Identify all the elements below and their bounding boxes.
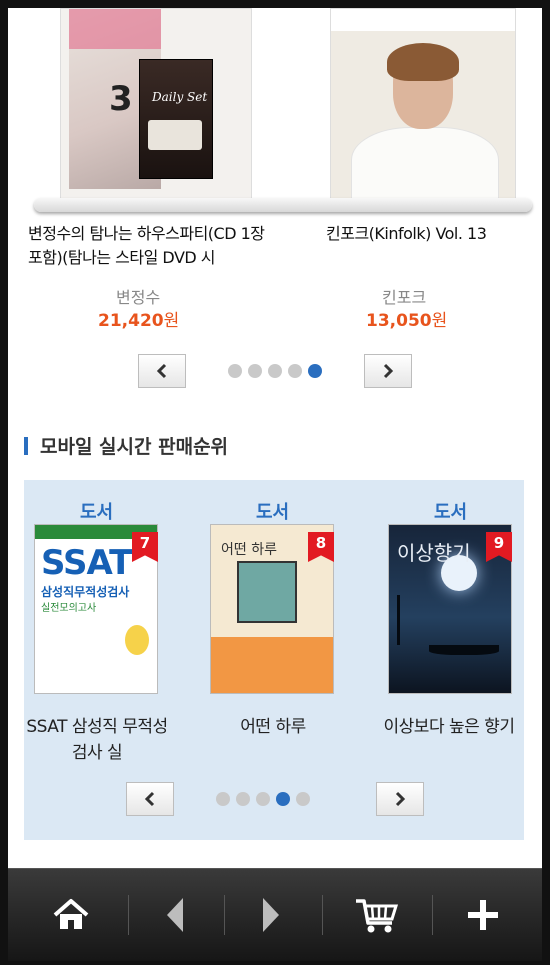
cover-band [69,9,161,49]
page-dot[interactable] [256,792,270,806]
back-icon [167,898,183,932]
page-dot[interactable] [296,792,310,806]
forward-icon [263,898,279,932]
page-dot[interactable] [216,792,230,806]
chevron-right-icon [395,791,406,807]
chevron-right-icon [383,363,394,379]
product-author-1[interactable]: 변정수 [116,284,160,308]
ranking-prev-button[interactable] [126,782,174,816]
cover-illustration [237,561,297,623]
page-dot[interactable] [228,364,242,378]
dvd-title: Daily Set [152,90,208,104]
page-dot[interactable] [236,792,250,806]
top-product-shelf: 3 Daily Set [22,8,532,218]
model-shirt [351,127,499,199]
category-label-3: 도서 [434,502,468,523]
dvd-plates-image [148,120,202,150]
nav-separator [224,895,225,935]
app-screen: 3 Daily Set 변정수의 탐나는 하우스파티(CD 1장포함)(탐나는 … [8,8,542,868]
product-title-2[interactable]: 킨포크(Kinfolk) Vol. 13 [326,222,526,246]
home-icon [53,899,89,929]
cover-title: 어떤 하루 [221,542,277,558]
cover-subtitle-2: 실전모의고사 [41,603,97,614]
price-value: 21,420 [98,311,164,331]
ranked-book-title-3[interactable]: 이상보다 높은 향기 [374,714,524,740]
cart-icon [356,899,399,933]
add-button[interactable] [438,869,528,961]
product-cover-1[interactable]: 3 Daily Set [60,8,252,200]
palm-illustration [397,595,436,645]
cover-sticker [125,625,149,655]
ranked-book-title-2[interactable]: 어떤 하루 [198,714,348,740]
top-carousel-dots [228,364,322,378]
title-accent-bar [24,436,28,455]
product-title-1[interactable]: 변정수의 탐나는 하우스파티(CD 1장포함)(탐나는 스타일 DVD 시 [28,222,268,270]
boat-illustration [429,645,499,655]
product-price-1: 21,420원 [98,306,179,331]
page-dot-active[interactable] [276,792,290,806]
cover-subtitle: 삼성직무적성검사 [41,585,130,599]
nav-separator [432,895,433,935]
ranking-carousel-dots [216,792,310,806]
top-prev-button[interactable] [138,354,186,388]
forward-button[interactable] [228,869,314,961]
cover-top-band [331,9,515,31]
price-currency: 원 [431,311,448,331]
ranking-next-button[interactable] [376,782,424,816]
chevron-left-icon [144,791,155,807]
home-button[interactable] [28,869,114,961]
page-dot-active[interactable] [308,364,322,378]
back-button[interactable] [132,869,218,961]
shelf-ledge [34,198,532,212]
cover-title: 이상향기 [397,541,471,565]
product-price-2: 13,050원 [366,306,447,331]
price-value: 13,050 [366,311,432,331]
price-currency: 원 [163,311,180,331]
plus-icon [468,900,498,930]
page-dot[interactable] [268,364,282,378]
page-dot[interactable] [288,364,302,378]
chevron-left-icon [156,363,167,379]
page-dot[interactable] [248,364,262,378]
section-title: 모바일 실시간 판매순위 [24,432,228,459]
section-title-text: 모바일 실시간 판매순위 [40,436,229,458]
model-hair [387,43,459,81]
top-next-button[interactable] [364,354,412,388]
product-cover-2[interactable] [330,8,516,200]
cart-button[interactable] [332,869,422,961]
bottom-nav-bar [8,868,542,961]
category-label-1: 도서 [80,502,114,523]
cover-number: 3 [109,79,133,119]
cover-title: SSAT [41,543,132,583]
category-label-2: 도서 [256,502,290,523]
ranked-book-title-1[interactable]: SSAT 삼성직 무적성검사 실 [22,714,172,766]
dvd-case-image: Daily Set [139,59,213,179]
product-author-2[interactable]: 킨포크 [382,284,426,308]
nav-separator [128,895,129,935]
nav-separator [322,895,323,935]
